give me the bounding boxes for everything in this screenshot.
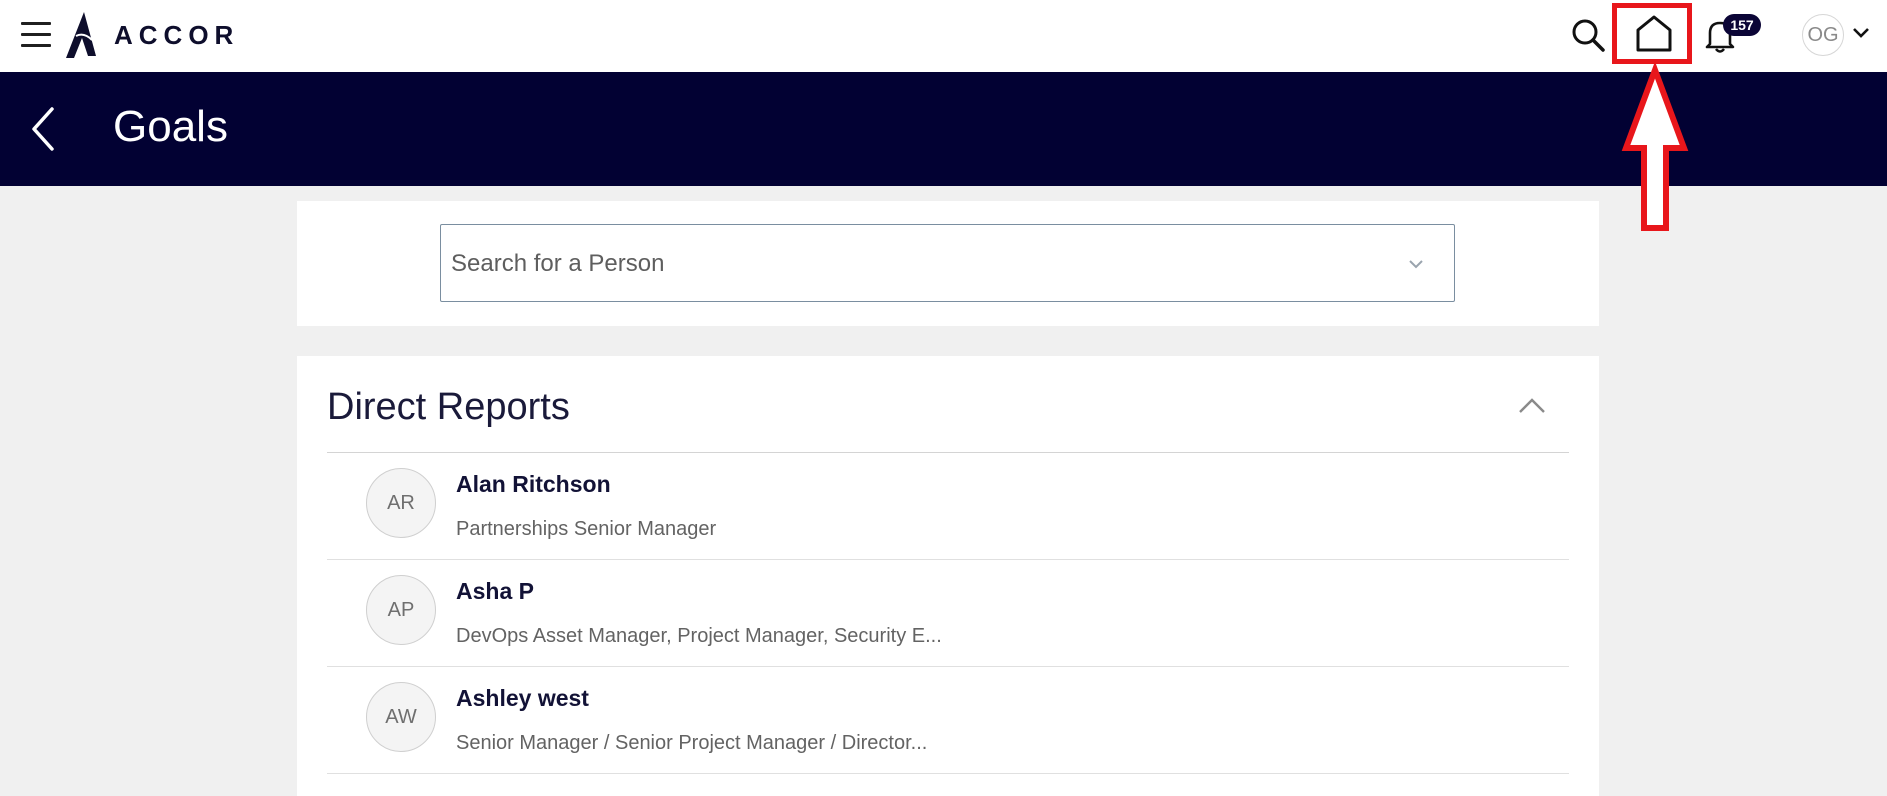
person-role: DevOps Asset Manager, Project Manager, S… <box>456 625 942 647</box>
direct-reports-list: AR Alan Ritchson Partnerships Senior Man… <box>327 453 1569 774</box>
accor-logo[interactable]: ACCOR <box>62 10 239 60</box>
person-search-combobox[interactable] <box>440 224 1455 303</box>
chevron-down-icon[interactable] <box>1407 257 1425 269</box>
person-role: Partnerships Senior Manager <box>456 518 717 540</box>
brand-name: ACCOR <box>114 19 240 50</box>
top-navigation-bar: ACCOR 157 OG <box>0 0 1887 72</box>
list-item[interactable]: AP Asha P DevOps Asset Manager, Project … <box>327 560 1569 667</box>
menu-icon[interactable] <box>21 22 51 50</box>
search-icon[interactable] <box>1570 17 1606 53</box>
list-item[interactable]: AR Alan Ritchson Partnerships Senior Man… <box>327 453 1569 560</box>
back-arrow-icon[interactable] <box>28 105 58 153</box>
person-role: Senior Manager / Senior Project Manager … <box>456 732 928 754</box>
accor-logo-mark-icon <box>66 12 96 58</box>
page-header: Goals <box>0 72 1887 186</box>
avatar: AW <box>366 682 436 752</box>
direct-reports-card: Direct Reports AR Alan Ritchson Partners… <box>297 356 1599 796</box>
chevron-up-icon[interactable] <box>1516 394 1548 418</box>
person-name[interactable]: Alan Ritchson <box>456 471 611 498</box>
avatar: AR <box>366 468 436 538</box>
person-name[interactable]: Asha P <box>456 578 534 605</box>
search-card <box>297 201 1599 326</box>
avatar: AP <box>366 575 436 645</box>
person-name[interactable]: Ashley west <box>456 685 589 712</box>
user-avatar[interactable]: OG <box>1802 14 1844 56</box>
section-title: Direct Reports <box>327 386 570 428</box>
notification-badge[interactable]: 157 <box>1723 14 1761 36</box>
list-item[interactable]: AW Ashley west Senior Manager / Senior P… <box>327 667 1569 774</box>
page-title: Goals <box>113 102 228 151</box>
highlight-box <box>1612 3 1692 64</box>
person-search-input[interactable] <box>449 225 1393 303</box>
chevron-down-icon[interactable] <box>1852 26 1870 40</box>
annotation-up-arrow-icon <box>1621 64 1689 231</box>
